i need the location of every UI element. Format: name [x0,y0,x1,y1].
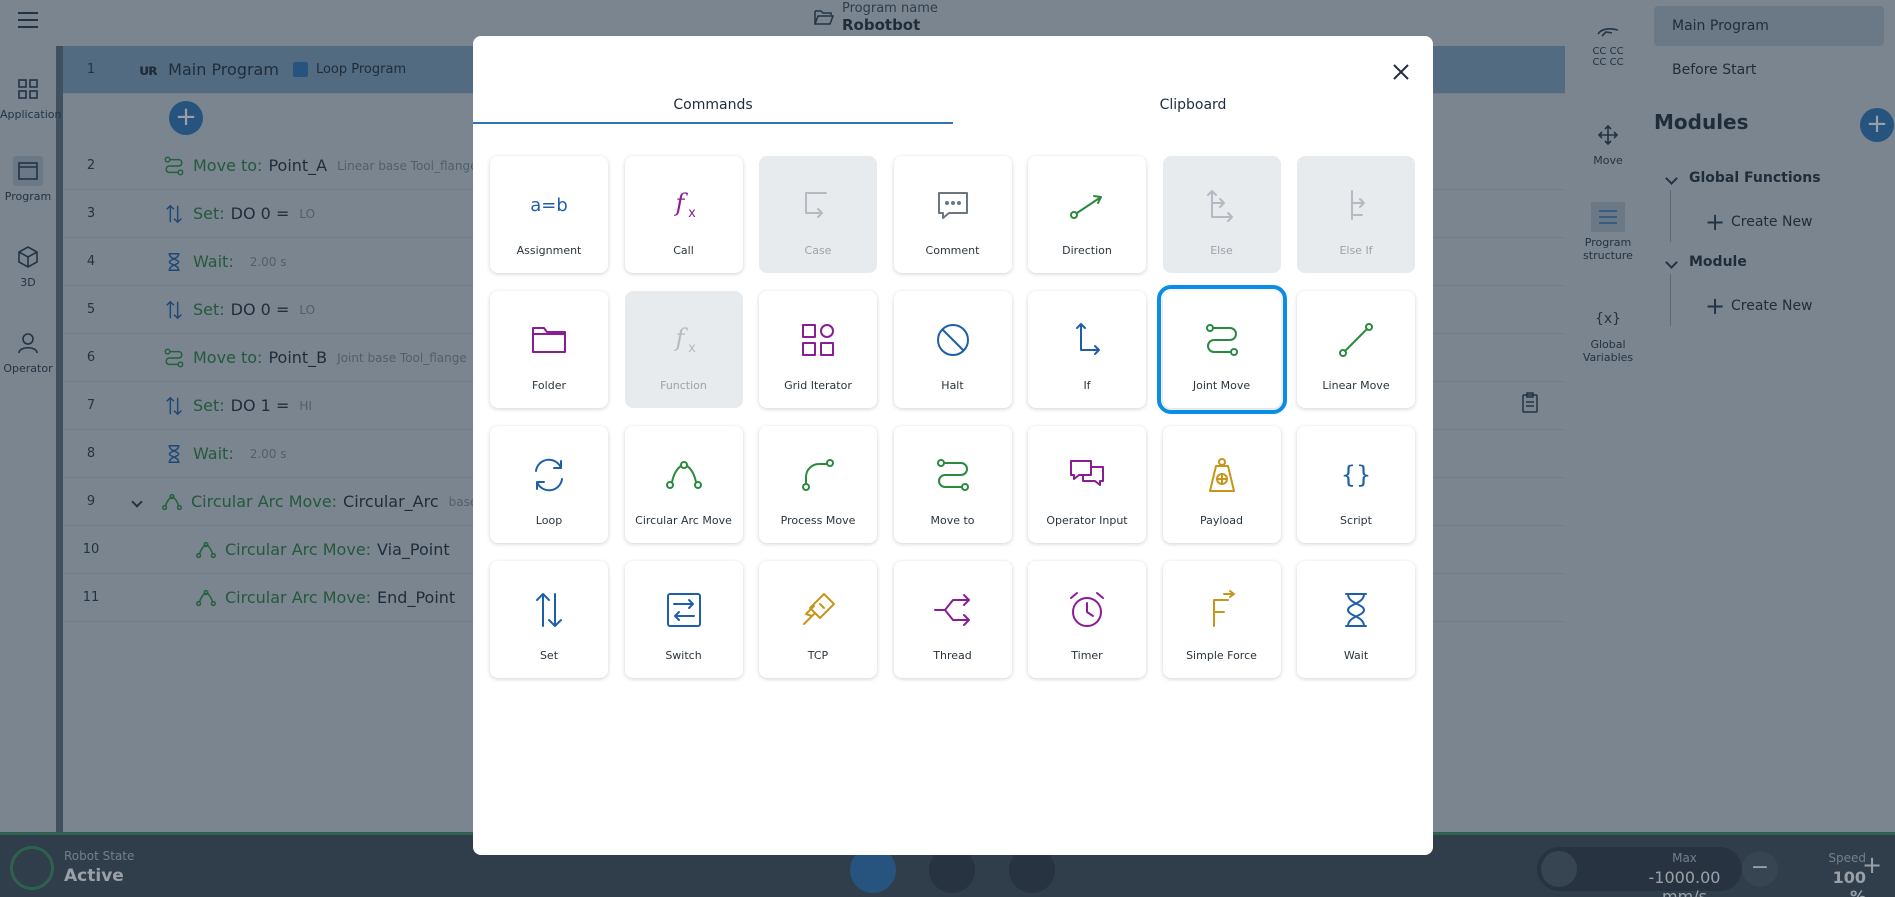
command-label: Move to [930,514,975,527]
command-tile-script[interactable]: {} Script [1297,426,1415,543]
command-label: Assignment [516,244,582,257]
command-label: Else If [1339,244,1373,257]
command-label: Folder [532,379,566,392]
operator-input-icon [1064,452,1110,498]
command-tile-halt[interactable]: Halt [893,291,1012,408]
command-tile-assignment[interactable]: a=b Assignment [490,156,608,273]
command-label: Simple Force [1186,649,1257,662]
if-icon [1064,317,1110,363]
command-tile-thread[interactable]: Thread [893,561,1012,678]
command-tile-loop[interactable]: Loop [490,426,608,543]
command-label: Call [673,244,694,257]
else-if-icon [1333,182,1379,228]
tcp-icon [795,587,841,633]
thread-icon [930,587,976,633]
circular-arc-icon [661,452,707,498]
folder-icon [526,317,572,363]
function-call-icon: fx [661,182,707,228]
command-tile-folder[interactable]: Folder [490,291,608,408]
command-tile-joint-move[interactable]: Joint Move [1156,285,1287,414]
command-label: Set [539,649,559,662]
timer-icon [1064,587,1110,633]
tab-clipboard[interactable]: Clipboard [953,86,1433,124]
command-tile-else: Else [1162,156,1281,273]
move-to-icon [930,452,976,498]
command-label: Timer [1071,649,1103,662]
simple-force-icon [1199,587,1245,633]
command-tile-else-if: Else If [1297,156,1415,273]
command-label: Direction [1062,244,1112,257]
wait-icon [1333,587,1379,633]
command-label: Linear Move [1322,379,1390,392]
command-label: Payload [1200,514,1243,527]
command-label: Grid Iterator [784,379,852,392]
command-tile-set[interactable]: Set [490,561,608,678]
command-label: Operator Input [1046,514,1128,527]
switch-icon [661,587,707,633]
halt-icon [930,317,976,363]
command-label: Process Move [780,514,856,527]
svg-text:f: f [673,324,688,352]
command-tile-operator-input[interactable]: Operator Input [1028,426,1146,543]
linear-move-icon [1333,317,1379,363]
command-tile-grid-iterator[interactable]: Grid Iterator [759,291,877,408]
else-icon [1199,182,1245,228]
payload-icon [1199,452,1245,498]
command-tile-timer[interactable]: Timer [1028,561,1146,678]
command-tile-linear-move[interactable]: Linear Move [1297,291,1415,408]
command-tile-switch[interactable]: Switch [624,561,743,678]
command-tile-direction[interactable]: Direction [1028,156,1146,273]
command-label: TCP [807,649,829,662]
command-tile-simple-force[interactable]: Simple Force [1162,561,1281,678]
command-tile-wait[interactable]: Wait [1297,561,1415,678]
grid-iterator-icon [795,317,841,363]
direction-icon [1064,182,1110,228]
joint-move-icon [1199,317,1245,363]
command-label: Script [1340,514,1372,527]
command-label: Halt [941,379,964,392]
dialog-tabs: Commands Clipboard [473,86,1433,124]
command-tile-process-move[interactable]: Process Move [759,426,877,543]
assignment-icon: a=b [526,182,572,228]
command-tile-function: f x Function [624,291,743,408]
function-icon: fx [661,317,707,363]
command-tile-comment[interactable]: Comment [893,156,1012,273]
command-label: Switch [665,649,702,662]
command-label: Case [804,244,832,257]
process-move-icon [795,452,841,498]
svg-text:a=b: a=b [530,195,568,216]
command-tile-move-to[interactable]: Move to [893,426,1012,543]
command-label: Joint Move [1192,379,1251,392]
tab-commands[interactable]: Commands [473,86,953,124]
set-icon [526,587,572,633]
svg-text:{}: {} [1341,461,1372,489]
command-tile-case: Case [759,156,877,273]
close-icon[interactable] [1387,58,1415,86]
command-label: Thread [933,649,972,662]
command-tile-tcp[interactable]: TCP [759,561,877,678]
command-label: Circular Arc Move [635,514,732,527]
loop-icon [526,452,572,498]
svg-text:f: f [673,189,688,217]
command-label: Else [1210,244,1233,257]
script-icon: {} [1333,452,1379,498]
svg-text:x: x [688,341,696,356]
svg-text:x: x [688,206,696,221]
command-label: Comment [925,244,980,257]
comment-icon [930,182,976,228]
command-tile-call[interactable]: f x Call [624,156,743,273]
command-tile-payload[interactable]: Payload [1162,426,1281,543]
command-tile-if[interactable]: If [1028,291,1146,408]
command-label: If [1083,379,1091,392]
command-tile-circular-arc-move[interactable]: Circular Arc Move [624,426,743,543]
add-command-dialog: Commands Clipboard a=b Assignment f x Call Ca… [473,36,1433,855]
command-label: Loop [535,514,563,527]
command-label: Function [660,379,707,392]
case-icon [795,182,841,228]
command-label: Wait [1343,649,1369,662]
